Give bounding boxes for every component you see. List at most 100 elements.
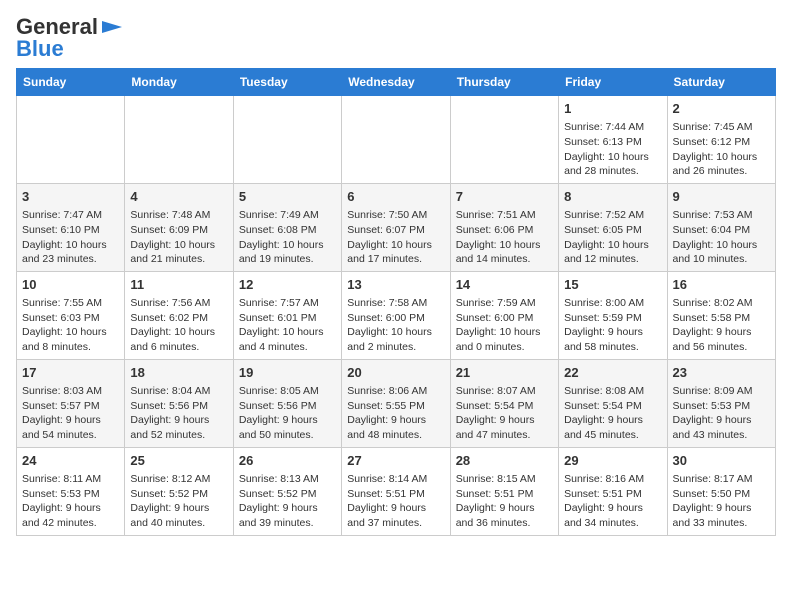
day-number: 25 (130, 452, 227, 470)
calendar-cell: 13 Sunrise: 7:58 AM Sunset: 6:00 PM Dayli… (342, 271, 450, 359)
day-info: Sunrise: 7:59 AM Sunset: 6:00 PM Dayligh… (456, 297, 541, 353)
day-number: 9 (673, 188, 770, 206)
day-info: Sunrise: 7:56 AM Sunset: 6:02 PM Dayligh… (130, 297, 215, 353)
calendar-cell: 6 Sunrise: 7:50 AM Sunset: 6:07 PM Daylig… (342, 183, 450, 271)
day-info: Sunrise: 8:00 AM Sunset: 5:59 PM Dayligh… (564, 297, 644, 353)
calendar-cell: 20 Sunrise: 8:06 AM Sunset: 5:55 PM Dayli… (342, 359, 450, 447)
logo: General Blue (16, 16, 124, 60)
day-info: Sunrise: 7:55 AM Sunset: 6:03 PM Dayligh… (22, 297, 107, 353)
calendar-cell: 10 Sunrise: 7:55 AM Sunset: 6:03 PM Dayli… (17, 271, 125, 359)
calendar-cell: 22 Sunrise: 8:08 AM Sunset: 5:54 PM Dayli… (559, 359, 667, 447)
day-info: Sunrise: 7:45 AM Sunset: 6:12 PM Dayligh… (673, 121, 758, 177)
day-info: Sunrise: 7:52 AM Sunset: 6:05 PM Dayligh… (564, 209, 649, 265)
day-info: Sunrise: 8:03 AM Sunset: 5:57 PM Dayligh… (22, 385, 102, 441)
weekday-header-wednesday: Wednesday (342, 69, 450, 96)
day-info: Sunrise: 8:05 AM Sunset: 5:56 PM Dayligh… (239, 385, 319, 441)
day-info: Sunrise: 8:15 AM Sunset: 5:51 PM Dayligh… (456, 473, 536, 529)
weekday-header-tuesday: Tuesday (233, 69, 341, 96)
day-info: Sunrise: 8:09 AM Sunset: 5:53 PM Dayligh… (673, 385, 753, 441)
calendar-cell: 18Sunrise: 8:04 AM Sunset: 5:56 PM Dayli… (125, 359, 233, 447)
day-number: 14 (456, 276, 553, 294)
calendar-cell: 14 Sunrise: 7:59 AM Sunset: 6:00 PM Dayli… (450, 271, 558, 359)
day-info: Sunrise: 8:08 AM Sunset: 5:54 PM Dayligh… (564, 385, 644, 441)
day-info: Sunrise: 7:44 AM Sunset: 6:13 PM Dayligh… (564, 121, 649, 177)
day-number: 28 (456, 452, 553, 470)
day-number: 13 (347, 276, 444, 294)
calendar-cell: 27 Sunrise: 8:14 AM Sunset: 5:51 PM Dayli… (342, 447, 450, 535)
day-info: Sunrise: 8:14 AM Sunset: 5:51 PM Dayligh… (347, 473, 427, 529)
calendar-cell: 16 Sunrise: 8:02 AM Sunset: 5:58 PM Dayli… (667, 271, 775, 359)
calendar-cell: 30 Sunrise: 8:17 AM Sunset: 5:50 PM Dayli… (667, 447, 775, 535)
calendar-cell: 1 Sunrise: 7:44 AM Sunset: 6:13 PM Daylig… (559, 96, 667, 184)
day-info: Sunrise: 7:53 AM Sunset: 6:04 PM Dayligh… (673, 209, 758, 265)
calendar-cell: 25Sunrise: 8:12 AM Sunset: 5:52 PM Dayli… (125, 447, 233, 535)
calendar-cell (17, 96, 125, 184)
calendar-cell: 12 Sunrise: 7:57 AM Sunset: 6:01 PM Dayli… (233, 271, 341, 359)
day-number: 12 (239, 276, 336, 294)
day-number: 4 (130, 188, 227, 206)
day-number: 21 (456, 364, 553, 382)
calendar-cell (342, 96, 450, 184)
calendar-table: SundayMondayTuesdayWednesdayThursdayFrid… (16, 68, 776, 536)
day-number: 19 (239, 364, 336, 382)
calendar-cell (125, 96, 233, 184)
day-info: Sunrise: 8:02 AM Sunset: 5:58 PM Dayligh… (673, 297, 753, 353)
day-number: 27 (347, 452, 444, 470)
day-info: Sunrise: 8:13 AM Sunset: 5:52 PM Dayligh… (239, 473, 319, 529)
day-number: 6 (347, 188, 444, 206)
day-info: Sunrise: 8:06 AM Sunset: 5:55 PM Dayligh… (347, 385, 427, 441)
day-info: Sunrise: 7:47 AM Sunset: 6:10 PM Dayligh… (22, 209, 107, 265)
day-info: Sunrise: 7:49 AM Sunset: 6:08 PM Dayligh… (239, 209, 324, 265)
day-info: Sunrise: 7:50 AM Sunset: 6:07 PM Dayligh… (347, 209, 432, 265)
day-info: Sunrise: 7:58 AM Sunset: 6:00 PM Dayligh… (347, 297, 432, 353)
day-number: 5 (239, 188, 336, 206)
day-info: Sunrise: 8:11 AM Sunset: 5:53 PM Dayligh… (22, 473, 101, 529)
calendar-cell: 2 Sunrise: 7:45 AM Sunset: 6:12 PM Daylig… (667, 96, 775, 184)
weekday-header-saturday: Saturday (667, 69, 775, 96)
calendar-cell: 23 Sunrise: 8:09 AM Sunset: 5:53 PM Dayli… (667, 359, 775, 447)
day-number: 15 (564, 276, 661, 294)
day-number: 1 (564, 100, 661, 118)
weekday-header-sunday: Sunday (17, 69, 125, 96)
day-number: 7 (456, 188, 553, 206)
calendar-cell: 28 Sunrise: 8:15 AM Sunset: 5:51 PM Dayli… (450, 447, 558, 535)
day-number: 20 (347, 364, 444, 382)
calendar-cell: 19 Sunrise: 8:05 AM Sunset: 5:56 PM Dayli… (233, 359, 341, 447)
day-number: 26 (239, 452, 336, 470)
calendar-cell (450, 96, 558, 184)
weekday-header-thursday: Thursday (450, 69, 558, 96)
day-number: 10 (22, 276, 119, 294)
calendar-cell: 9 Sunrise: 7:53 AM Sunset: 6:04 PM Daylig… (667, 183, 775, 271)
logo-icon (100, 21, 124, 33)
day-info: Sunrise: 8:04 AM Sunset: 5:56 PM Dayligh… (130, 385, 210, 441)
day-info: Sunrise: 7:57 AM Sunset: 6:01 PM Dayligh… (239, 297, 324, 353)
day-number: 22 (564, 364, 661, 382)
day-number: 3 (22, 188, 119, 206)
logo-text: General (16, 16, 98, 38)
calendar-cell: 7 Sunrise: 7:51 AM Sunset: 6:06 PM Daylig… (450, 183, 558, 271)
calendar-cell: 8 Sunrise: 7:52 AM Sunset: 6:05 PM Daylig… (559, 183, 667, 271)
calendar-cell: 3 Sunrise: 7:47 AM Sunset: 6:10 PM Daylig… (17, 183, 125, 271)
calendar-cell: 24Sunrise: 8:11 AM Sunset: 5:53 PM Dayli… (17, 447, 125, 535)
day-number: 8 (564, 188, 661, 206)
calendar-cell: 4 Sunrise: 7:48 AM Sunset: 6:09 PM Daylig… (125, 183, 233, 271)
day-number: 30 (673, 452, 770, 470)
day-number: 2 (673, 100, 770, 118)
calendar-cell: 11 Sunrise: 7:56 AM Sunset: 6:02 PM Dayli… (125, 271, 233, 359)
weekday-header-friday: Friday (559, 69, 667, 96)
day-info: Sunrise: 8:16 AM Sunset: 5:51 PM Dayligh… (564, 473, 644, 529)
day-number: 16 (673, 276, 770, 294)
calendar-cell: 29Sunrise: 8:16 AM Sunset: 5:51 PM Dayli… (559, 447, 667, 535)
logo-blue: Blue (16, 38, 64, 60)
day-info: Sunrise: 8:17 AM Sunset: 5:50 PM Dayligh… (673, 473, 753, 529)
day-info: Sunrise: 7:48 AM Sunset: 6:09 PM Dayligh… (130, 209, 215, 265)
calendar-cell: 5 Sunrise: 7:49 AM Sunset: 6:08 PM Daylig… (233, 183, 341, 271)
header: General Blue (16, 16, 776, 60)
day-info: Sunrise: 7:51 AM Sunset: 6:06 PM Dayligh… (456, 209, 541, 265)
calendar-cell (233, 96, 341, 184)
day-number: 11 (130, 276, 227, 294)
calendar-cell: 15 Sunrise: 8:00 AM Sunset: 5:59 PM Dayli… (559, 271, 667, 359)
calendar-cell: 17Sunrise: 8:03 AM Sunset: 5:57 PM Dayli… (17, 359, 125, 447)
calendar-cell: 26 Sunrise: 8:13 AM Sunset: 5:52 PM Dayli… (233, 447, 341, 535)
day-number: 23 (673, 364, 770, 382)
